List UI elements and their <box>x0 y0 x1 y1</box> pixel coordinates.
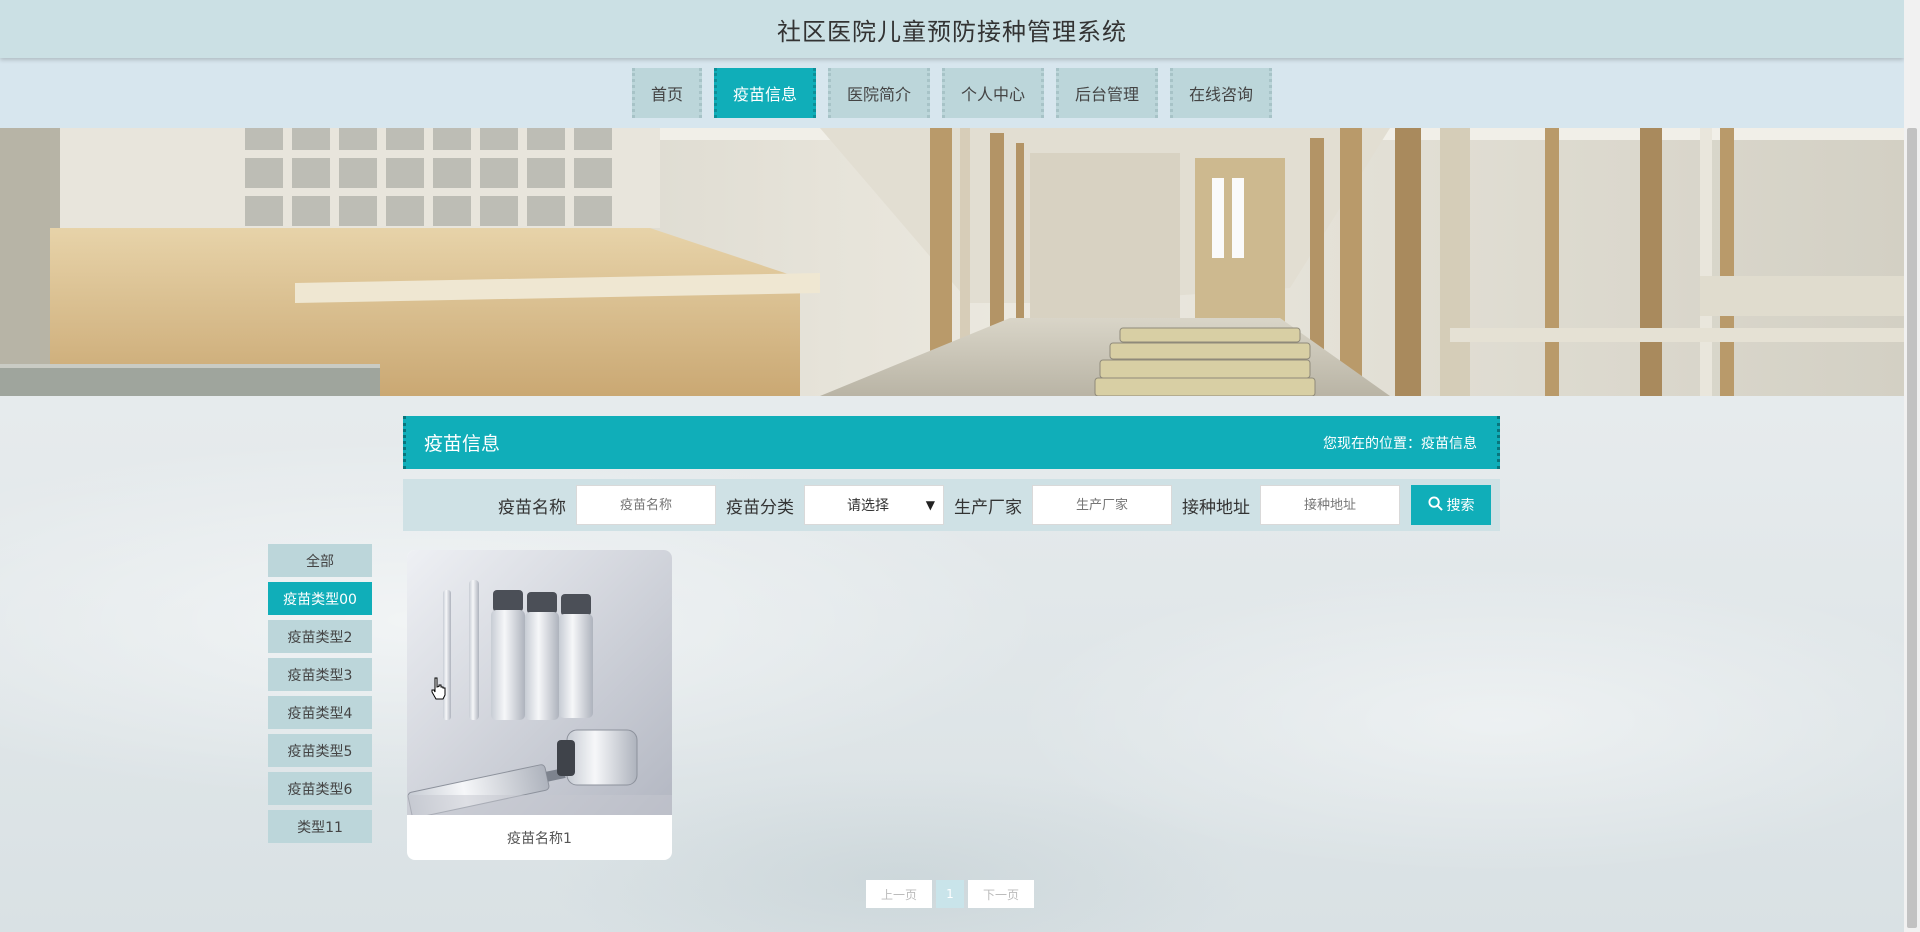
category-item[interactable]: 疫苗类型3 <box>268 658 372 691</box>
vaccine-name-input[interactable] <box>576 485 716 525</box>
category-item[interactable]: 疫苗类型2 <box>268 620 372 653</box>
category-sidebar: 全部 疫苗类型00 疫苗类型2 疫苗类型3 疫苗类型4 疫苗类型5 疫苗类型6 … <box>268 544 372 848</box>
category-item-all[interactable]: 全部 <box>268 544 372 577</box>
page-number-button[interactable]: 1 <box>936 880 964 908</box>
category-item[interactable]: 疫苗类型5 <box>268 734 372 767</box>
category-item[interactable]: 疫苗类型4 <box>268 696 372 729</box>
site-title: 社区医院儿童预防接种管理系统 <box>777 17 1127 46</box>
product-name: 疫苗名称1 <box>507 830 572 847</box>
vaccine-category-select[interactable]: 请选择 ▼ <box>804 485 944 525</box>
nav-item-home[interactable]: 首页 <box>631 68 702 118</box>
manufacturer-input[interactable] <box>1032 485 1172 525</box>
nav-item-personal-center[interactable]: 个人中心 <box>942 68 1045 118</box>
category-item[interactable]: 疫苗类型6 <box>268 772 372 805</box>
vaccine-category-value: 请选择 <box>847 498 889 514</box>
search-button[interactable]: 搜索 <box>1411 485 1491 525</box>
site-header: 社区医院儿童预防接种管理系统 <box>0 0 1904 58</box>
hand-pointer-cursor-icon <box>430 677 448 701</box>
section-header: 疫苗信息 您现在的位置：疫苗信息 <box>403 416 1500 469</box>
next-page-button[interactable]: 下一页 <box>968 880 1034 908</box>
manufacturer-label: 生产厂家 <box>954 497 1022 518</box>
page: 社区医院儿童预防接种管理系统 首页 疫苗信息 医院简介 个人中心 后台管理 在线… <box>0 0 1904 932</box>
chevron-down-icon: ▼ <box>925 498 935 512</box>
search-bar: 疫苗名称 疫苗分类 请选择 ▼ 生产厂家 接种地址 搜索 <box>403 479 1500 531</box>
nav-item-online-consult[interactable]: 在线咨询 <box>1170 68 1273 118</box>
pagination: 上一页 1 下一页 <box>866 880 1034 908</box>
section-title: 疫苗信息 <box>424 433 501 455</box>
category-item[interactable]: 疫苗类型00 <box>268 582 372 615</box>
vaccine-name-label: 疫苗名称 <box>498 497 566 518</box>
breadcrumb: 您现在的位置：疫苗信息 <box>1323 435 1477 452</box>
hero-banner-image <box>0 128 1904 396</box>
search-icon <box>1427 495 1443 515</box>
search-button-label: 搜索 <box>1446 498 1475 514</box>
scrollbar-thumb[interactable] <box>1907 128 1917 928</box>
main-nav: 首页 疫苗信息 医院简介 个人中心 后台管理 在线咨询 <box>0 58 1904 128</box>
prev-page-button[interactable]: 上一页 <box>866 880 932 908</box>
vaccination-address-input[interactable] <box>1260 485 1400 525</box>
nav-item-vaccine-info[interactable]: 疫苗信息 <box>713 68 816 118</box>
nav-item-hospital-intro[interactable]: 医院简介 <box>827 68 930 118</box>
category-item[interactable]: 类型11 <box>268 810 372 843</box>
vaccine-category-label: 疫苗分类 <box>726 497 794 518</box>
product-card[interactable]: 疫苗名称1 <box>407 550 672 860</box>
vertical-scrollbar[interactable] <box>1904 0 1920 932</box>
nav-item-admin[interactable]: 后台管理 <box>1056 68 1159 118</box>
vaccination-address-label: 接种地址 <box>1182 497 1250 518</box>
